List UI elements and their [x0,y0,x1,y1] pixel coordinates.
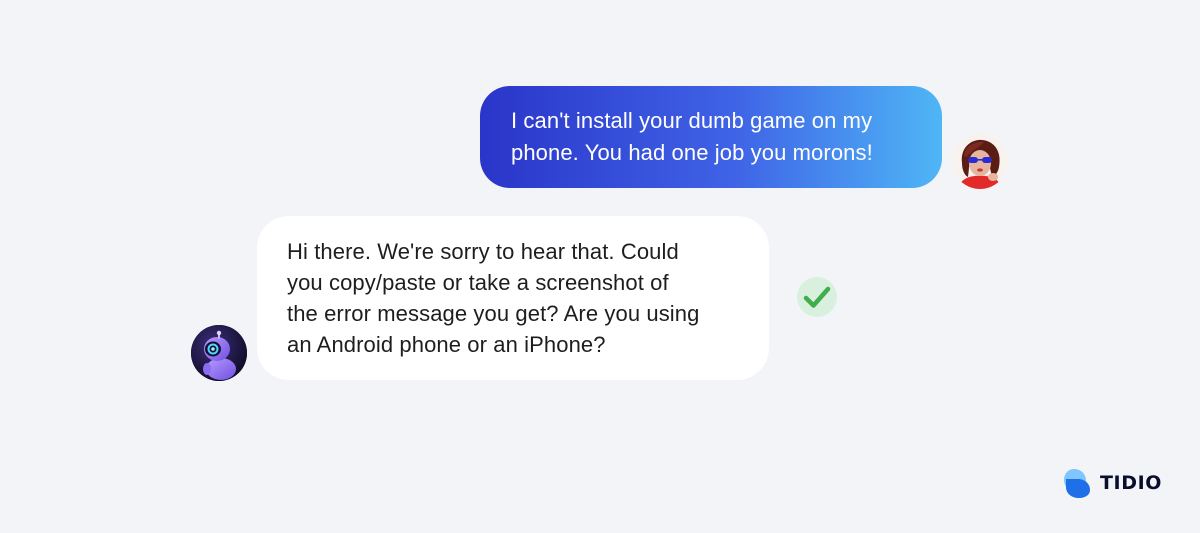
user-avatar [952,133,1008,189]
checkmark-icon [797,277,837,317]
bot-message-bubble: Hi there. We're sorry to hear that. Coul… [257,216,769,380]
user-message-line: phone. You had one job you morons! [511,140,873,165]
bot-message-line: Hi there. We're sorry to hear that. Coul… [287,239,679,264]
bot-message-line: the error message you get? Are you using [287,301,700,326]
bot-message-line: an Android phone or an iPhone? [287,332,606,357]
user-message-line: I can't install your dumb game on my [511,108,873,133]
brand-logo: TIDIO [1062,466,1162,500]
bot-avatar [191,325,247,381]
tidio-logo-icon [1062,467,1092,499]
bot-message-text: Hi there. We're sorry to hear that. Coul… [287,236,699,360]
user-message-text: I can't install your dumb game on my pho… [511,105,873,169]
user-message-bubble: I can't install your dumb game on my pho… [480,86,942,188]
bot-message-line: you copy/paste or take a screenshot of [287,270,669,295]
brand-name: TIDIO [1100,472,1163,494]
chat-conversation: I can't install your dumb game on my pho… [0,0,1200,533]
